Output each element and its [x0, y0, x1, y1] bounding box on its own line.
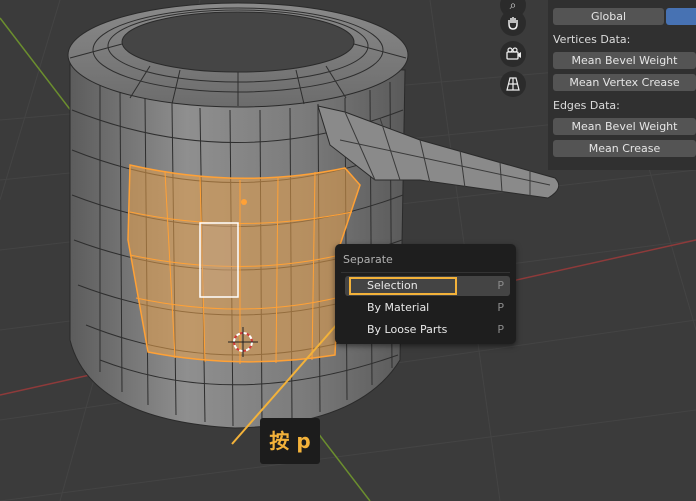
menu-item-shortcut: P	[497, 279, 504, 292]
pan-button[interactable]	[500, 10, 526, 36]
vertices-data-label: Vertices Data:	[553, 33, 631, 46]
edges-data-label: Edges Data:	[553, 99, 620, 112]
perspective-toggle-button[interactable]	[500, 71, 526, 97]
menu-title: Separate	[343, 253, 393, 266]
menu-divider	[341, 272, 510, 273]
menu-item-shortcut: P	[497, 323, 504, 336]
menu-item-label: By Material	[367, 301, 430, 314]
active-face[interactable]	[199, 222, 239, 298]
orientation-global-button[interactable]: Global	[553, 8, 664, 25]
grid-perspective-icon	[506, 77, 520, 91]
menu-item-by-loose-parts[interactable]: By Loose Parts P	[345, 320, 510, 340]
camera-view-button[interactable]	[500, 41, 526, 67]
mean-bevel-weight-vertex-field[interactable]: Mean Bevel Weight	[553, 52, 696, 69]
menu-item-by-material[interactable]: By Material P	[345, 298, 510, 318]
mug-opening	[121, 11, 355, 73]
hand-pan-icon	[508, 17, 518, 30]
menu-item-label: By Loose Parts	[367, 323, 448, 336]
median-point	[241, 199, 247, 205]
menu-item-shortcut: P	[497, 301, 504, 314]
camera-icon	[506, 47, 521, 60]
selection-highlight-box	[349, 277, 457, 295]
mean-vertex-crease-field[interactable]: Mean Vertex Crease	[553, 74, 696, 91]
mean-crease-field[interactable]: Mean Crease	[553, 140, 696, 157]
mean-bevel-weight-edge-field[interactable]: Mean Bevel Weight	[553, 118, 696, 135]
local-toggle[interactable]	[666, 8, 696, 25]
keypress-callout: 按 p	[260, 418, 320, 464]
